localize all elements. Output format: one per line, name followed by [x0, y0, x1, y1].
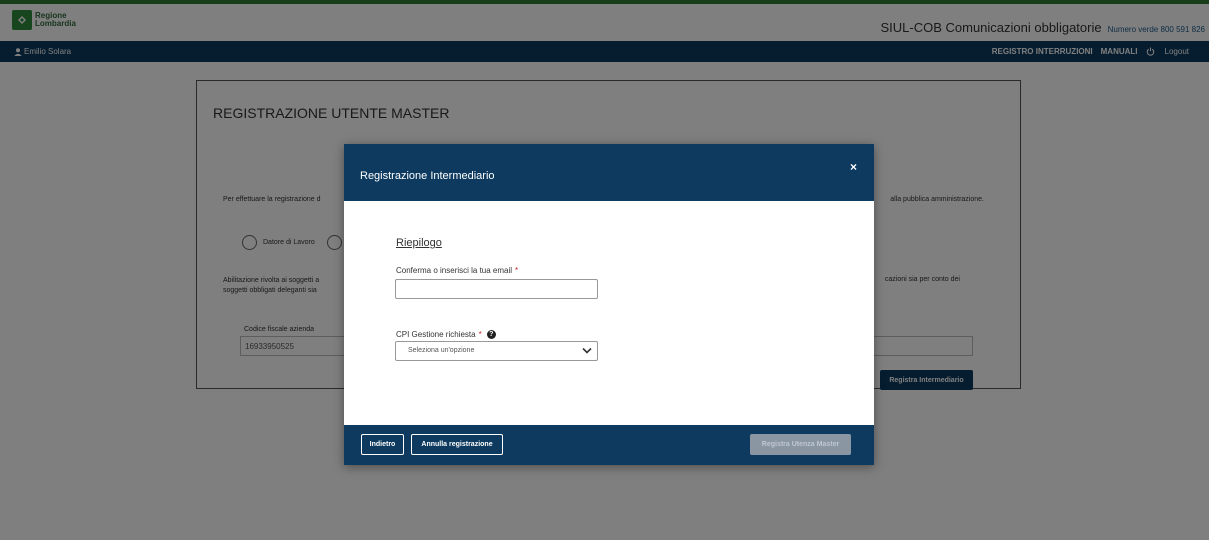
registrazione-intermediario-modal: Registrazione Intermediario × Riepilogo …	[344, 144, 874, 465]
cpi-label-text: CPI Gestione richiesta	[396, 330, 476, 339]
chevron-down-icon	[582, 347, 592, 354]
back-button[interactable]: Indietro	[361, 434, 404, 455]
close-icon[interactable]: ×	[850, 160, 857, 174]
modal-body: Riepilogo Conferma o inserisci la tua em…	[344, 201, 874, 425]
modal-title: Registrazione Intermediario	[360, 170, 495, 182]
help-icon[interactable]: ?	[486, 330, 496, 339]
email-label-text: Conferma o inserisci la tua email	[396, 266, 513, 275]
modal-header: Registrazione Intermediario ×	[344, 144, 874, 201]
cpi-label: CPI Gestione richiesta * ?	[396, 330, 496, 339]
cpi-select-placeholder: Seleziona un'opzione	[408, 347, 475, 354]
cpi-select[interactable]: Seleziona un'opzione	[395, 341, 598, 361]
email-label: Conferma o inserisci la tua email *	[396, 266, 518, 275]
email-input[interactable]	[395, 279, 598, 299]
riepilogo-heading: Riepilogo	[396, 237, 442, 249]
registra-utenza-master-button[interactable]: Registra Utenza Master	[750, 434, 851, 455]
required-asterisk: *	[515, 266, 519, 275]
modal-footer: Indietro Annulla registrazione Registra …	[344, 425, 874, 465]
cancel-registration-button[interactable]: Annulla registrazione	[411, 434, 503, 455]
required-asterisk: *	[478, 330, 482, 339]
